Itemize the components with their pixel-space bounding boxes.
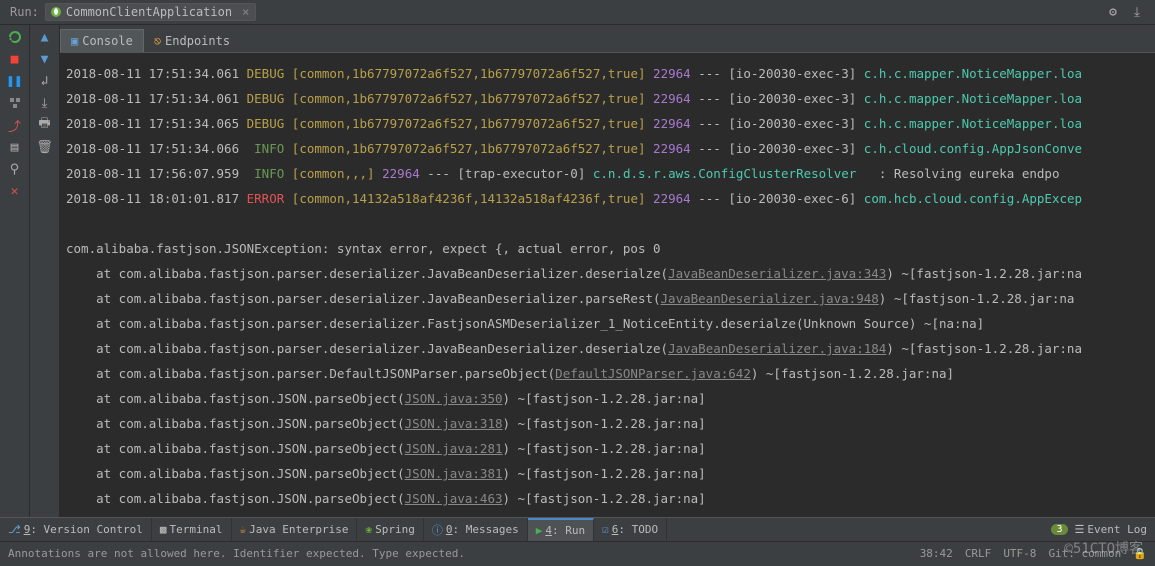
minimize-icon[interactable]: ⤓ bbox=[1129, 4, 1145, 20]
layout-icon[interactable]: ▤ bbox=[7, 139, 23, 155]
stack-frame: at com.alibaba.fastjson.parser.deseriali… bbox=[66, 261, 1151, 286]
source-link[interactable]: JSON.java:350 bbox=[405, 391, 503, 406]
run-gutter-left: ■ ❚❚ ⤴ ▤ ⚲ ✕ bbox=[0, 25, 30, 517]
soft-wrap-icon[interactable]: ↲ bbox=[37, 73, 53, 89]
git-branch[interactable]: Git: common bbox=[1048, 547, 1121, 560]
log-line: 2018-08-11 17:51:34.065 DEBUG [common,1b… bbox=[66, 111, 1151, 136]
java-icon: ☕ bbox=[240, 523, 247, 536]
tab-endpoints-label: Endpoints bbox=[165, 34, 230, 48]
stack-frame: at com.alibaba.fastjson.parser.deseriali… bbox=[66, 311, 1151, 336]
vcs-icon: ⎇ bbox=[8, 523, 21, 536]
source-link[interactable]: DefaultJSONParser.java:642 bbox=[555, 366, 751, 381]
tool-terminal[interactable]: ▩ Terminal bbox=[152, 518, 232, 541]
up-icon[interactable]: ▲ bbox=[37, 29, 53, 45]
log-line: 2018-08-11 18:01:01.817 ERROR [common,14… bbox=[66, 186, 1151, 211]
stack-frame: at com.alibaba.fastjson.JSON.parseObject… bbox=[66, 461, 1151, 486]
event-badge: 3 bbox=[1051, 524, 1067, 535]
status-right: 38:42 CRLF UTF-8 Git: common 🔒 bbox=[920, 547, 1147, 560]
tool-messages[interactable]: ⓘ 0: Messages bbox=[424, 518, 528, 541]
pin-icon[interactable]: ⚲ bbox=[7, 161, 23, 177]
tool-spring[interactable]: ❀ Spring bbox=[357, 518, 423, 541]
javaee-label: Java Enterprise bbox=[249, 523, 348, 536]
stack-frame: at com.alibaba.fastjson.parser.deseriali… bbox=[66, 286, 1151, 311]
stack-frame: at com.alibaba.fastjson.JSON.parseObject… bbox=[66, 436, 1151, 461]
log-line: 2018-08-11 17:51:34.061 DEBUG [common,1b… bbox=[66, 86, 1151, 111]
content-col: ▣ Console ⎋ Endpoints 2018-08-11 17:51:3… bbox=[60, 25, 1155, 517]
down-icon[interactable]: ▼ bbox=[37, 51, 53, 67]
toolbar-right: ⚙ ⤓ bbox=[1105, 4, 1151, 20]
dump-threads-icon[interactable] bbox=[7, 95, 23, 111]
settings-gear-icon[interactable]: ⚙ bbox=[1105, 4, 1121, 20]
scroll-end-icon[interactable]: ⤓ bbox=[37, 95, 53, 111]
file-encoding[interactable]: UTF-8 bbox=[1003, 547, 1036, 560]
source-link[interactable]: JSON.java:281 bbox=[405, 441, 503, 456]
close-icon[interactable]: × bbox=[242, 5, 249, 19]
console-icon: ▣ bbox=[71, 34, 78, 48]
run-lbl: : Run bbox=[552, 524, 585, 537]
spring-boot-icon bbox=[50, 6, 62, 18]
exit-icon[interactable]: ⤴ bbox=[7, 117, 23, 133]
todo-label: : TODO bbox=[618, 523, 658, 536]
log-line: 2018-08-11 17:51:34.066 INFO [common,1b6… bbox=[66, 136, 1151, 161]
console-output[interactable]: 2018-08-11 17:51:34.061 DEBUG [common,1b… bbox=[60, 53, 1155, 517]
source-link[interactable]: JSON.java:318 bbox=[405, 416, 503, 431]
status-message: Annotations are not allowed here. Identi… bbox=[8, 547, 465, 560]
tool-version-control[interactable]: ⎇ 9: Version Control bbox=[0, 518, 152, 541]
log-line: 2018-08-11 17:56:07.959 INFO [common,,,]… bbox=[66, 161, 1151, 186]
msg-label: : Messages bbox=[452, 523, 518, 536]
tool-window-bar: ⎇ 9: Version Control ▩ Terminal ☕ Java E… bbox=[0, 517, 1155, 541]
stack-frame: at com.alibaba.fastjson.JSON.parseObject… bbox=[66, 411, 1151, 436]
stack-frame: at com.alibaba.fastjson.parser.deseriali… bbox=[66, 336, 1151, 361]
tab-console-label: Console bbox=[82, 34, 133, 48]
lock-icon[interactable]: 🔒 bbox=[1133, 547, 1147, 560]
tab-endpoints[interactable]: ⎋ Endpoints bbox=[144, 30, 240, 52]
run-toolbar: Run: CommonClientApplication × ⚙ ⤓ bbox=[0, 0, 1155, 25]
inner-tabs: ▣ Console ⎋ Endpoints bbox=[60, 25, 1155, 53]
run-config-name: CommonClientApplication bbox=[66, 5, 232, 19]
source-link[interactable]: JSON.java:463 bbox=[405, 491, 503, 506]
tab-console[interactable]: ▣ Console bbox=[60, 29, 144, 52]
tool-event-log[interactable]: 3 ☰ Event Log bbox=[1043, 518, 1155, 541]
caret-pos: 38:42 bbox=[920, 547, 953, 560]
run-icon: ▶ bbox=[536, 524, 543, 537]
status-bar: Annotations are not allowed here. Identi… bbox=[0, 541, 1155, 565]
spring-icon: ❀ bbox=[365, 523, 372, 536]
spring-label: Spring bbox=[375, 523, 415, 536]
main-row: ■ ❚❚ ⤴ ▤ ⚲ ✕ ▲ ▼ ↲ ⤓ 🖶 🗑 ▣ Console ⎋ End… bbox=[0, 25, 1155, 517]
stack-frame: at com.alibaba.fastjson.JSON.parseObject… bbox=[66, 486, 1151, 511]
log-line: 2018-08-11 17:51:34.061 DEBUG [common,1b… bbox=[66, 61, 1151, 86]
print-icon[interactable]: 🖶 bbox=[37, 117, 53, 133]
source-link[interactable]: JSON.java:381 bbox=[405, 466, 503, 481]
source-link[interactable]: JavaBeanDeserializer.java:948 bbox=[661, 291, 879, 306]
console-gutter: ▲ ▼ ↲ ⤓ 🖶 🗑 bbox=[30, 25, 60, 517]
endpoints-icon: ⎋ bbox=[154, 34, 161, 48]
exception-line: com.alibaba.fastjson.JSONException: synt… bbox=[66, 236, 1151, 261]
event-log-icon: ☰ bbox=[1075, 523, 1085, 536]
stack-frame: at com.alibaba.fastjson.JSON.parseObject… bbox=[66, 386, 1151, 411]
tool-java-ee[interactable]: ☕ Java Enterprise bbox=[232, 518, 358, 541]
run-label: Run: bbox=[4, 3, 45, 21]
close-panel-icon[interactable]: ✕ bbox=[7, 183, 23, 199]
messages-icon: ⓘ bbox=[432, 522, 443, 538]
run-config-tab[interactable]: CommonClientApplication × bbox=[45, 3, 256, 21]
event-log-label: Event Log bbox=[1087, 523, 1147, 536]
pause-icon[interactable]: ❚❚ bbox=[7, 73, 23, 89]
line-sep[interactable]: CRLF bbox=[965, 547, 992, 560]
run-num: 4 bbox=[545, 524, 552, 537]
terminal-icon: ▩ bbox=[160, 523, 167, 536]
todo-icon: ☑ bbox=[602, 523, 609, 536]
vc-label: : Version Control bbox=[30, 523, 143, 536]
clear-icon[interactable]: 🗑 bbox=[37, 139, 53, 155]
source-link[interactable]: JavaBeanDeserializer.java:343 bbox=[668, 266, 886, 281]
tool-todo[interactable]: ☑ 6: TODO bbox=[594, 518, 667, 541]
tool-run[interactable]: ▶ 4: Run bbox=[528, 518, 594, 541]
stop-icon[interactable]: ■ bbox=[7, 51, 23, 67]
terminal-label: Terminal bbox=[170, 523, 223, 536]
rerun-icon[interactable] bbox=[7, 29, 23, 45]
source-link[interactable]: JavaBeanDeserializer.java:184 bbox=[668, 341, 886, 356]
stack-frame: at com.alibaba.fastjson.parser.DefaultJS… bbox=[66, 361, 1151, 386]
